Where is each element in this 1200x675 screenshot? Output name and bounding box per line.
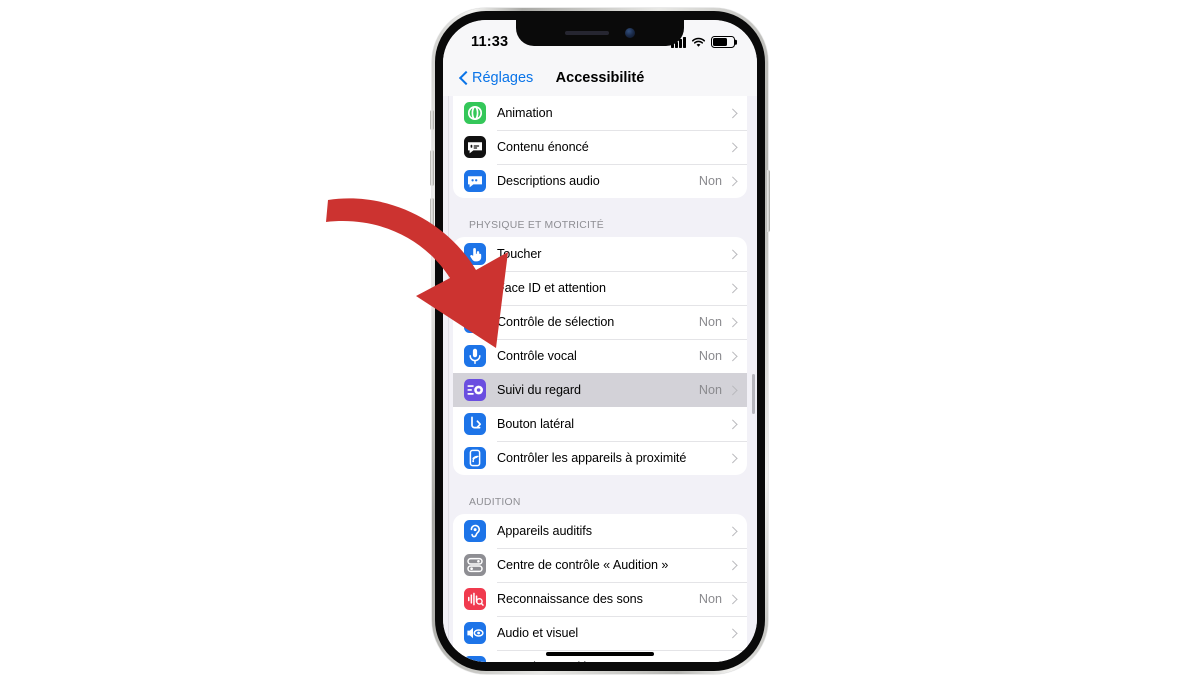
back-button[interactable]: Réglages	[459, 70, 533, 86]
settings-row-value: Non	[698, 315, 722, 329]
settings-row[interactable]: Centre de contrôle « Audition »	[453, 548, 747, 582]
settings-list: Animation Contenu énoncé Descriptions audi…	[443, 96, 757, 662]
phone-bezel: 11:33 Réglages Accessibilité Animation C…	[435, 11, 765, 671]
touch-hand-icon	[464, 243, 486, 265]
chevron-right-icon	[729, 282, 736, 294]
settings-row-label: Toucher	[497, 247, 542, 261]
sound-recognition-icon	[464, 588, 486, 610]
scroll-hairline-left	[448, 96, 449, 662]
spoken-content-icon	[464, 136, 486, 158]
settings-group: Appareils auditifs Centre de contrôle « A…	[453, 514, 747, 662]
settings-row-value: Non	[698, 592, 722, 606]
settings-row-label: Contrôle vocal	[497, 349, 577, 363]
settings-row-label: Contrôle de sélection	[497, 315, 615, 329]
chevron-right-icon	[729, 418, 736, 430]
settings-row-label: Descriptions audio	[497, 174, 600, 188]
settings-row-value: Non	[698, 174, 722, 188]
settings-row-label: Contenu énoncé	[497, 140, 589, 154]
settings-row-label: Suivi du regard	[497, 383, 581, 397]
vertical-scrollbar[interactable]	[751, 374, 755, 414]
settings-row[interactable]: Contrôler les appareils à proximité	[453, 441, 747, 475]
settings-row-label: Reconnaissance des sons	[497, 592, 643, 606]
settings-row[interactable]: Contrôle vocal Non	[453, 339, 747, 373]
settings-row-value: Non	[698, 349, 722, 363]
settings-row[interactable]: Animation	[453, 96, 747, 130]
chevron-right-icon	[729, 452, 736, 464]
settings-row[interactable]: Reconnaissance des sons Non	[453, 582, 747, 616]
chevron-right-icon	[729, 248, 736, 260]
settings-row[interactable]: Audio et visuel	[453, 616, 747, 650]
speaker-grille-icon	[565, 31, 609, 35]
voice-control-icon	[464, 345, 486, 367]
home-indicator[interactable]	[546, 651, 654, 656]
chevron-right-icon	[729, 384, 736, 396]
hearing-control-icon	[464, 554, 486, 576]
settings-row[interactable]: Suivi du regard Non	[453, 373, 747, 407]
iphone-device-frame: 11:33 Réglages Accessibilité Animation C…	[430, 8, 770, 674]
battery-fill	[713, 38, 728, 46]
settings-row-label: Face ID et attention	[497, 281, 606, 295]
settings-row-label: Sous-titres codés et SM	[497, 660, 630, 662]
device-notch	[516, 20, 684, 46]
audio-descriptions-icon	[464, 170, 486, 192]
settings-row-label: Centre de contrôle « Audition »	[497, 558, 669, 572]
settings-row-label: Animation	[497, 106, 553, 120]
settings-row-label: Bouton latéral	[497, 417, 575, 431]
settings-row[interactable]: Contrôle de sélection Non	[453, 305, 747, 339]
front-camera-icon	[625, 28, 635, 38]
chevron-right-icon	[729, 593, 736, 605]
side-button-icon	[464, 413, 486, 435]
chevron-right-icon	[729, 525, 736, 537]
chevron-right-icon	[729, 559, 736, 571]
settings-row[interactable]: Descriptions audio Non	[453, 164, 747, 198]
volume-down-button[interactable]	[430, 198, 434, 234]
volume-up-button[interactable]	[430, 150, 434, 186]
settings-group: Animation Contenu énoncé Descriptions audi…	[453, 96, 747, 198]
power-button[interactable]	[766, 170, 770, 232]
switch-control-icon	[464, 311, 486, 333]
back-button-label: Réglages	[472, 70, 534, 86]
control-nearby-icon	[464, 447, 486, 469]
settings-row[interactable]: Toucher	[453, 237, 747, 271]
settings-row[interactable]: Face ID et attention	[453, 271, 747, 305]
wifi-icon	[691, 37, 706, 48]
face-id-icon	[464, 277, 486, 299]
settings-row[interactable]: Bouton latéral	[453, 407, 747, 441]
settings-group: Toucher Face ID et attention Contrôle de s…	[453, 237, 747, 475]
chevron-right-icon	[729, 350, 736, 362]
status-bar-time: 11:33	[471, 34, 509, 50]
chevron-right-icon	[729, 661, 736, 662]
settings-row-label: Audio et visuel	[497, 626, 579, 640]
audio-visual-icon	[464, 622, 486, 644]
section-header: PHYSIQUE ET MOTRICITÉ	[469, 220, 604, 231]
eye-tracking-icon	[464, 379, 486, 401]
chevron-right-icon	[729, 175, 736, 187]
section-header: AUDITION	[469, 497, 521, 508]
navigation-bar: Réglages Accessibilité	[443, 60, 757, 96]
chevron-right-icon	[729, 107, 736, 119]
phone-screen: 11:33 Réglages Accessibilité Animation C…	[443, 20, 757, 662]
chevron-right-icon	[729, 316, 736, 328]
battery-icon	[711, 36, 735, 48]
settings-list-scrollview[interactable]: Animation Contenu énoncé Descriptions audi…	[443, 96, 757, 662]
chevron-right-icon	[729, 627, 736, 639]
settings-row-value: Non	[698, 383, 722, 397]
settings-row-label: Contrôler les appareils à proximité	[497, 451, 687, 465]
subtitles-icon	[464, 656, 486, 662]
mute-switch-button[interactable]	[430, 110, 434, 130]
settings-row-label: Appareils auditifs	[497, 524, 593, 538]
settings-row[interactable]: Appareils auditifs	[453, 514, 747, 548]
hearing-devices-icon	[464, 520, 486, 542]
chevron-left-icon	[459, 71, 468, 86]
motion-animation-icon	[464, 102, 486, 124]
settings-row[interactable]: Contenu énoncé	[453, 130, 747, 164]
chevron-right-icon	[729, 141, 736, 153]
